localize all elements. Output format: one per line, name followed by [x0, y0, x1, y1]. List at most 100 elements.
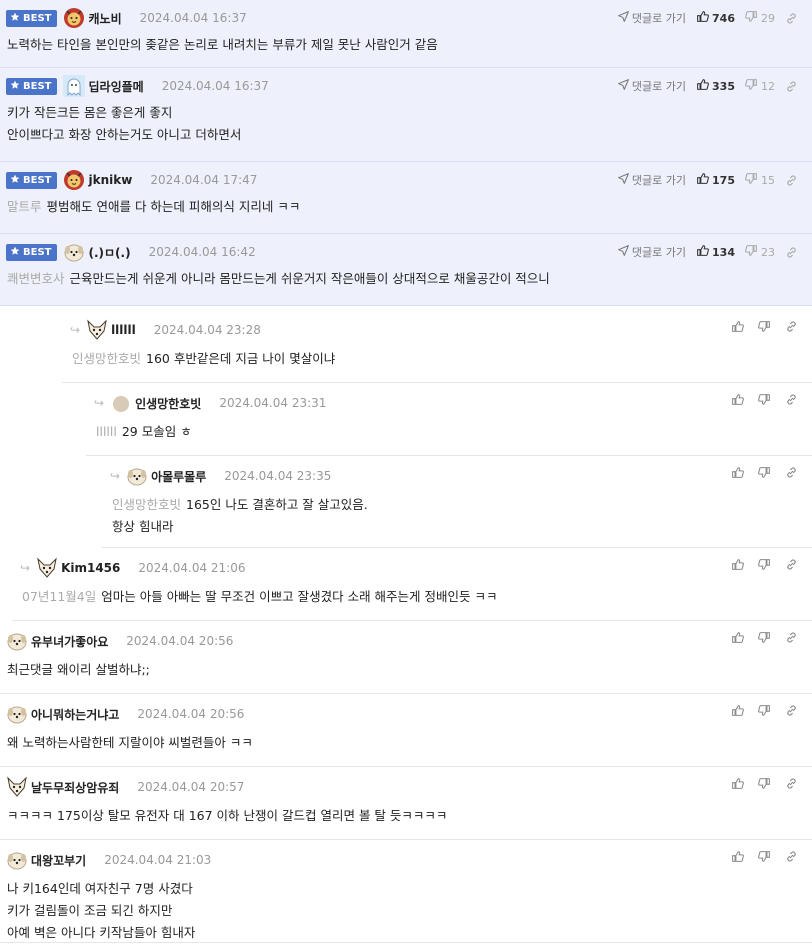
- upvote-count: 746: [712, 11, 735, 25]
- star-icon: [10, 246, 20, 259]
- user-avatar[interactable]: [63, 241, 85, 263]
- copy-link-icon[interactable]: [785, 704, 798, 721]
- goto-comment-link[interactable]: 댓글로 가기: [617, 244, 686, 260]
- copy-link-icon[interactable]: [785, 320, 798, 337]
- timestamp: 2024.04.04 21:03: [104, 853, 212, 867]
- thumbs-down-icon[interactable]: [758, 631, 771, 648]
- comment-header: 날두무죄상암유죄 2024.04.04 20:57: [0, 776, 812, 798]
- copy-link-icon[interactable]: [785, 631, 798, 648]
- copy-link-icon[interactable]: [785, 174, 798, 187]
- comment-body: 왜 노력하는사람한테 지랄이야 씨벌련들아 ㅋㅋ: [7, 732, 800, 754]
- thumbs-up-icon[interactable]: [731, 704, 744, 721]
- comment-body: ㅋㅋㅋㅋ 175이상 탈모 유전자 대 167 이하 난쟁이 갈드컵 열리면 볼…: [7, 805, 800, 827]
- downvote-button[interactable]: 12: [745, 78, 775, 94]
- timestamp: 2024.04.04 23:35: [224, 469, 332, 483]
- nickname[interactable]: 유부녀가좋아요: [31, 633, 108, 650]
- copy-link-icon[interactable]: [785, 393, 798, 410]
- nickname[interactable]: 날두무죄상암유죄: [31, 779, 119, 796]
- thumbs-up-icon[interactable]: [731, 558, 744, 575]
- comment-header: 대왕꼬부기 2024.04.04 21:03: [0, 850, 812, 870]
- mention-tag[interactable]: 말트루: [7, 199, 42, 214]
- user-avatar[interactable]: [86, 319, 108, 341]
- comment-header: BEST jknikw 2024.04.04 17:47 댓글로 가기 175 15: [0, 170, 812, 190]
- timestamp: 2024.04.04 23:28: [153, 323, 261, 337]
- mention-tag[interactable]: llllll: [96, 424, 117, 439]
- upvote-button[interactable]: 746: [696, 10, 735, 26]
- mention-tag[interactable]: 인생망한호빗: [72, 351, 141, 366]
- copy-link-icon[interactable]: [785, 466, 798, 483]
- user-avatar[interactable]: [36, 557, 58, 579]
- user-avatar[interactable]: [63, 7, 85, 29]
- user-avatar[interactable]: [63, 75, 86, 97]
- copy-link-icon[interactable]: [785, 80, 798, 93]
- comment-text: 키가 작든크든 몸은 좋은게 좋지 안이쁘다고 화장 안하는거도 아니고 더하면…: [7, 105, 242, 142]
- nickname[interactable]: Kim1456: [61, 561, 120, 575]
- copy-link-icon[interactable]: [785, 850, 798, 867]
- thumbs-down-icon[interactable]: [758, 777, 771, 794]
- comment-body: 노력하는 타인을 본인만의 좆같은 논리로 내려치는 부류가 제일 못난 사람인…: [7, 34, 800, 56]
- best-badge: BEST: [6, 171, 58, 189]
- thumbs-down-icon[interactable]: [758, 850, 771, 867]
- thumbs-down-icon[interactable]: [758, 558, 771, 575]
- comment-text: 나 키164인데 여자친구 7명 사겼다 키가 걸림돌이 조금 되긴 하지만 아…: [7, 881, 196, 940]
- user-avatar[interactable]: [6, 703, 28, 725]
- send-icon: [617, 244, 630, 260]
- thumbs-down-icon[interactable]: [758, 466, 771, 483]
- nickname[interactable]: llllll: [111, 323, 136, 337]
- timestamp: 2024.04.04 23:31: [219, 396, 327, 410]
- nickname[interactable]: (.)ㅁ(.): [88, 244, 130, 261]
- goto-comment-link[interactable]: 댓글로 가기: [617, 78, 686, 94]
- user-avatar[interactable]: [6, 776, 28, 798]
- thumbs-down-icon[interactable]: [758, 704, 771, 721]
- copy-link-icon[interactable]: [785, 777, 798, 794]
- nickname[interactable]: 인생망한호빗: [135, 395, 201, 412]
- comment-text: 근육만드는게 쉬운게 아니라 몸만드는게 쉬운거지 작은애들이 상대적으로 채울…: [69, 271, 550, 286]
- nickname[interactable]: 캐노비: [88, 10, 121, 27]
- send-icon: [617, 78, 630, 94]
- thumbs-up-icon[interactable]: [731, 850, 744, 867]
- best-comment: BEST (.)ㅁ(.) 2024.04.04 16:42 댓글로 가기 134 23 쾌변…: [0, 234, 812, 306]
- comment: 유부녀가좋아요 2024.04.04 20:56 최근댓글 왜이리 살벌하냐;;: [0, 621, 812, 694]
- comment-actions: [731, 777, 798, 794]
- downvote-button[interactable]: 15: [745, 172, 775, 188]
- upvote-count: 175: [712, 173, 735, 187]
- user-avatar[interactable]: [126, 465, 148, 487]
- copy-link-icon[interactable]: [785, 246, 798, 259]
- thumbs-down-icon[interactable]: [758, 393, 771, 410]
- copy-link-icon[interactable]: [785, 558, 798, 575]
- copy-link-icon[interactable]: [785, 12, 798, 25]
- thumbs-down-icon[interactable]: [758, 320, 771, 337]
- comment-actions: [731, 320, 798, 337]
- user-avatar[interactable]: [6, 630, 28, 652]
- upvote-button[interactable]: 175: [696, 172, 735, 188]
- upvote-button[interactable]: 335: [696, 78, 735, 94]
- nickname[interactable]: 아니뭐하는거냐고: [31, 706, 119, 723]
- comment-text: 160 후반같은데 지금 나이 몇살이냐: [146, 351, 336, 366]
- user-avatar[interactable]: [110, 392, 132, 414]
- comment-actions: [731, 850, 798, 867]
- thumbs-up-icon[interactable]: [731, 393, 744, 410]
- thumbs-up-icon[interactable]: [731, 320, 744, 337]
- comment-body: 07년11월4일 엄마는 아들 아빠는 딸 무조건 이쁘고 잘생겼다 소래 해주는…: [22, 586, 800, 608]
- goto-comment-link[interactable]: 댓글로 가기: [617, 172, 686, 188]
- thumbs-up-icon[interactable]: [731, 631, 744, 648]
- comment-body: 말트루 평범해도 연애를 다 하는데 피해의식 지리네 ㅋㅋ: [7, 196, 800, 218]
- user-avatar[interactable]: [6, 849, 28, 871]
- nickname[interactable]: jknikw: [88, 173, 132, 187]
- mention-tag[interactable]: 쾌변변호사: [7, 271, 65, 286]
- mention-tag[interactable]: 07년11월4일: [22, 589, 96, 604]
- thumbs-up-icon[interactable]: [731, 466, 744, 483]
- downvote-button[interactable]: 29: [745, 10, 775, 26]
- comment-text: 엄마는 아들 아빠는 딸 무조건 이쁘고 잘생겼다 소래 해주는게 정배인듯 ㅋ…: [101, 589, 498, 604]
- best-label: BEST: [23, 174, 52, 186]
- reply-arrow-icon: ↪: [20, 561, 31, 575]
- nickname[interactable]: 딥라잉플메: [88, 78, 143, 95]
- goto-comment-link[interactable]: 댓글로 가기: [617, 10, 686, 26]
- nickname[interactable]: 대왕꼬부기: [31, 852, 86, 869]
- upvote-button[interactable]: 134: [696, 244, 735, 260]
- thumbs-up-icon[interactable]: [731, 777, 744, 794]
- nickname[interactable]: 아몰루몰루: [151, 468, 206, 485]
- user-avatar[interactable]: [63, 169, 85, 191]
- mention-tag[interactable]: 인생망한호빗: [112, 497, 181, 512]
- downvote-button[interactable]: 23: [745, 244, 775, 260]
